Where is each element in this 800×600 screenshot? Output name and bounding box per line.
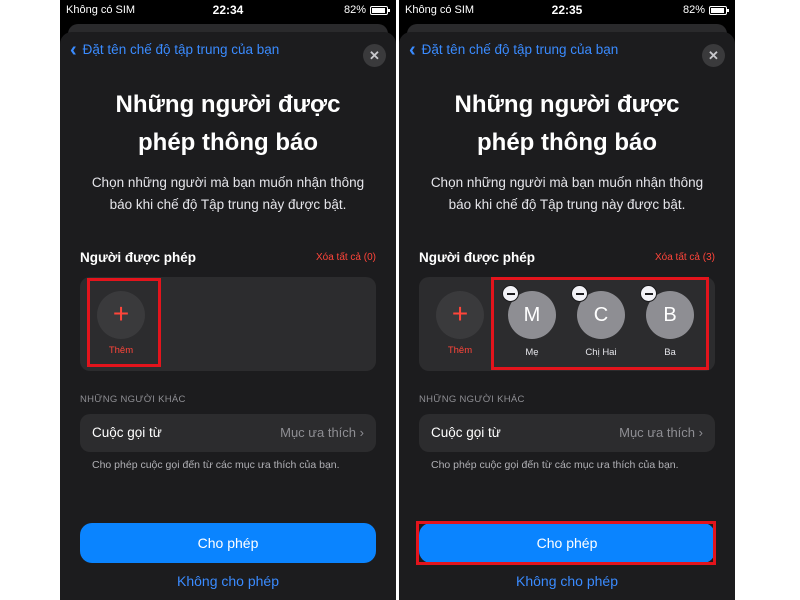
calls-footnote: Cho phép cuộc gọi đến từ các mục ưa thíc…	[431, 459, 679, 471]
subtitle-line-1: Chọn những người mà bạn muốn nhận thông	[91, 175, 365, 190]
phone-screen-before: Không có SIM 22:34 82% ‹ Đặt tên chế độ …	[60, 0, 396, 600]
page-title: Những người được phép thông báo	[60, 86, 396, 162]
allowed-people-heading: Người được phép	[80, 250, 196, 265]
deny-button[interactable]: Không cho phép	[399, 573, 735, 589]
subtitle-line-1: Chọn những người mà bạn muốn nhận thông	[430, 175, 704, 190]
clear-all-button[interactable]: Xóa tất cả (3)	[655, 252, 715, 263]
back-label: Đặt tên chế độ tập trung của bạn	[82, 42, 280, 57]
chevron-right-icon: ›	[698, 425, 703, 440]
calls-from-row[interactable]: Cuộc gọi từ Mục ưa thích ›	[419, 414, 715, 452]
close-icon: ✕	[708, 47, 719, 63]
chevron-left-icon: ‹	[70, 38, 77, 61]
plus-icon: +	[436, 291, 484, 339]
back-button[interactable]: ‹ Đặt tên chế độ tập trung của bạn	[70, 38, 280, 61]
phone-screen-after: Không có SIM 22:35 82% ‹ Đặt tên chế độ …	[399, 0, 735, 600]
calls-from-row[interactable]: Cuộc gọi từ Mục ưa thích ›	[80, 414, 376, 452]
page-subtitle: Chọn những người mà bạn muốn nhận thông …	[415, 172, 719, 216]
title-line-1: Những người được	[454, 91, 680, 118]
deny-button[interactable]: Không cho phép	[60, 573, 396, 589]
title-line-2: phép thông báo	[138, 129, 318, 156]
highlight-box-add	[87, 278, 161, 367]
battery-indicator: 82%	[343, 4, 390, 16]
add-person-button[interactable]: + Thêm	[435, 291, 485, 356]
back-button[interactable]: ‹ Đặt tên chế độ tập trung của bạn	[409, 38, 619, 61]
calls-from-value: Mục ưa thích ›	[619, 425, 703, 440]
battery-percent: 82%	[343, 4, 366, 16]
page-subtitle: Chọn những người mà bạn muốn nhận thông …	[76, 172, 380, 216]
clear-all-button[interactable]: Xóa tất cả (0)	[316, 252, 376, 263]
title-line-2: phép thông báo	[477, 129, 657, 156]
highlight-box-allow	[416, 521, 716, 565]
battery-indicator: 82%	[682, 4, 729, 16]
calls-footnote: Cho phép cuộc gọi đến từ các mục ưa thíc…	[92, 459, 340, 471]
battery-icon	[370, 5, 390, 15]
highlight-box-contacts	[491, 277, 709, 370]
back-label: Đặt tên chế độ tập trung của bạn	[421, 42, 619, 57]
allow-button[interactable]: Cho phép	[80, 523, 376, 563]
calls-from-value: Mục ưa thích ›	[280, 425, 364, 440]
status-bar: Không có SIM 22:34 82%	[60, 0, 396, 20]
status-bar: Không có SIM 22:35 82%	[399, 0, 735, 20]
add-label: Thêm	[447, 345, 473, 356]
page-title: Những người được phép thông báo	[399, 86, 735, 162]
allowed-people-heading: Người được phép	[419, 250, 535, 265]
calls-from-label: Cuộc gọi từ	[431, 425, 501, 440]
other-people-heading: NHỮNG NGƯỜI KHÁC	[419, 394, 525, 405]
subtitle-line-2: báo khi chế độ Tập trung này được bật.	[109, 197, 347, 212]
calls-from-label: Cuộc gọi từ	[92, 425, 162, 440]
other-people-heading: NHỮNG NGƯỜI KHÁC	[80, 394, 186, 405]
close-icon: ✕	[369, 47, 380, 63]
battery-icon	[709, 5, 729, 15]
close-button[interactable]: ✕	[702, 44, 725, 67]
title-line-1: Những người được	[115, 91, 341, 118]
chevron-left-icon: ‹	[409, 38, 416, 61]
subtitle-line-2: báo khi chế độ Tập trung này được bật.	[448, 197, 686, 212]
close-button[interactable]: ✕	[363, 44, 386, 67]
battery-percent: 82%	[682, 4, 705, 16]
chevron-right-icon: ›	[359, 425, 364, 440]
